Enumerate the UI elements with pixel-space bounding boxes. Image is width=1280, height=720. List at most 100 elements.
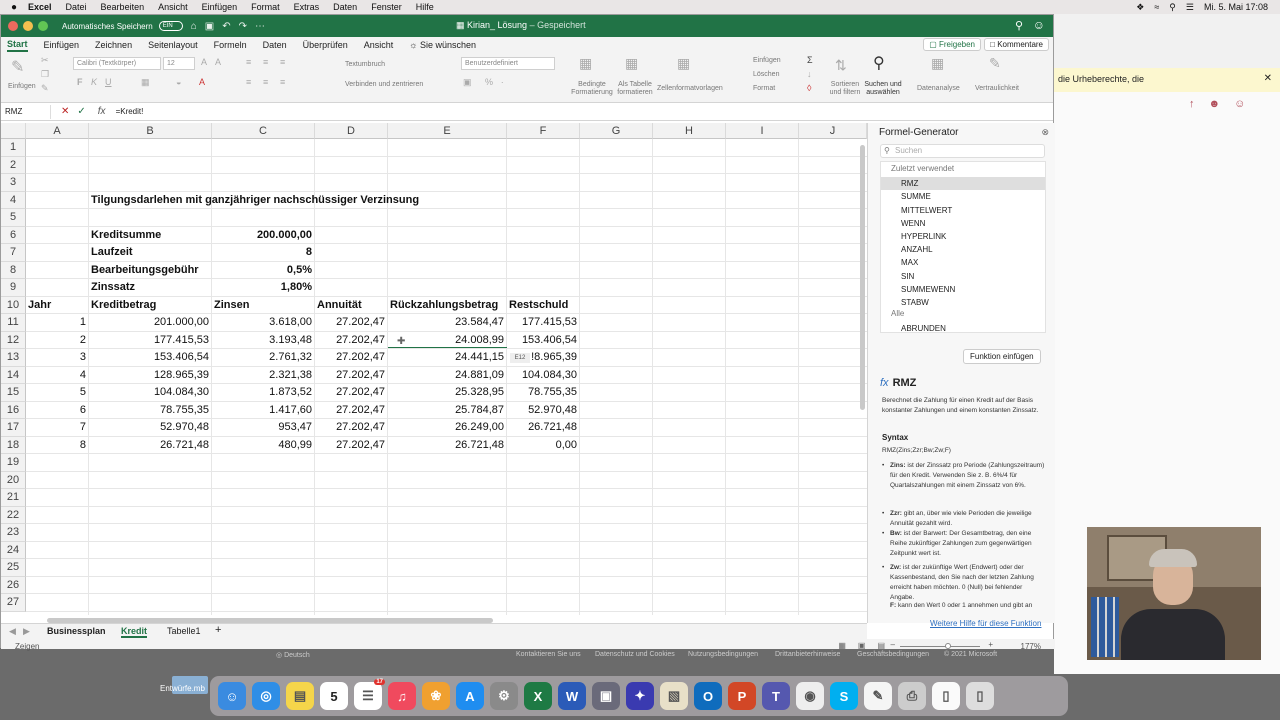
row-header-10[interactable]: 10: [1, 296, 26, 314]
table-cell[interactable]: 24.881,09: [388, 369, 504, 381]
table-header[interactable]: Kreditbetrag: [91, 299, 156, 311]
table-cell[interactable]: 8: [26, 439, 86, 451]
insert-function-icon[interactable]: fx: [98, 106, 106, 117]
conditional-format-icon[interactable]: ▦: [579, 55, 592, 72]
footer-link[interactable]: Geschäftsbedingungen: [857, 651, 929, 658]
comments-button[interactable]: □ Kommentare: [984, 38, 1049, 51]
table-cell[interactable]: 27.202,47: [315, 334, 385, 346]
footer-link[interactable]: Drittanbieterhinweise: [775, 651, 840, 658]
delete-cells-button[interactable]: Löschen: [753, 71, 779, 78]
dock-app-teams[interactable]: T: [762, 682, 790, 710]
conditional-format-button[interactable]: Bedingte Formatierung: [569, 81, 615, 97]
smiley-icon[interactable]: ☺: [1234, 98, 1245, 118]
dock-app-drucker[interactable]: ⎙: [898, 682, 926, 710]
dock-app-finder[interactable]: ☺: [218, 682, 246, 710]
dock-app-remote[interactable]: ▣: [592, 682, 620, 710]
table-header[interactable]: Annuität: [317, 299, 362, 311]
formula-input[interactable]: =Kredit!: [116, 107, 144, 116]
column-header-e[interactable]: E: [388, 123, 507, 139]
tab-zeichnen[interactable]: Zeichnen: [95, 40, 132, 50]
dock-app-chrome[interactable]: ◉: [796, 682, 824, 710]
dock-app-fotos[interactable]: ❀: [422, 682, 450, 710]
cut-icon[interactable]: ✂: [41, 55, 49, 66]
home-icon[interactable]: ⌂: [191, 21, 197, 32]
name-box[interactable]: RMZ: [1, 104, 51, 119]
row-header-19[interactable]: 19: [1, 454, 26, 472]
param-value[interactable]: 8: [212, 246, 312, 258]
table-header[interactable]: Zinsen: [214, 299, 249, 311]
fill-icon[interactable]: ↓: [807, 69, 812, 79]
control-center-icon[interactable]: ☰: [1186, 2, 1194, 13]
tab-einfuegen[interactable]: Einfügen: [44, 40, 80, 50]
table-cell[interactable]: 2.761,32: [212, 351, 312, 363]
dock-app-vorschau[interactable]: ▧: [660, 682, 688, 710]
table-cell[interactable]: 23.584,47: [388, 316, 504, 328]
table-cell[interactable]: 78.755,35: [507, 386, 577, 398]
table-header[interactable]: Restschuld: [509, 299, 568, 311]
sheet-tab-businessplan[interactable]: Businessplan: [47, 626, 106, 636]
row-header-22[interactable]: 22: [1, 506, 26, 524]
dock-app-excel[interactable]: X: [524, 682, 552, 710]
row-header-18[interactable]: 18: [1, 436, 26, 454]
copy-icon[interactable]: ❐: [41, 69, 49, 80]
row-header-13[interactable]: 13: [1, 349, 26, 367]
table-cell[interactable]: 3.618,00: [212, 316, 312, 328]
row-header-17[interactable]: 17: [1, 419, 26, 437]
row-header-25[interactable]: 25: [1, 559, 26, 577]
close-panel-icon[interactable]: ⊗: [1041, 127, 1049, 138]
borders-icon[interactable]: ▦: [141, 77, 150, 88]
param-label[interactable]: Kreditsumme: [91, 229, 161, 241]
tab-daten[interactable]: Daten: [263, 40, 287, 50]
decrease-font-icon[interactable]: A: [215, 57, 221, 67]
redo-icon[interactable]: ↷: [239, 21, 247, 32]
row-header-7[interactable]: 7: [1, 244, 26, 262]
row-header-12[interactable]: 12: [1, 331, 26, 349]
zoom-window-button[interactable]: [38, 21, 48, 31]
menu-einfuegen[interactable]: Einfügen: [202, 2, 238, 12]
undo-icon[interactable]: ↶: [222, 21, 230, 32]
menu-bearbeiten[interactable]: Bearbeiten: [101, 2, 145, 12]
find-select-button[interactable]: Suchen und auswählen: [863, 81, 903, 97]
add-sheet-button[interactable]: +: [215, 624, 221, 636]
vertical-scrollbar[interactable]: [860, 145, 865, 410]
sheet-title[interactable]: Tilgungsdarlehen mit ganzjähriger nachsc…: [91, 194, 419, 206]
row-header-8[interactable]: 8: [1, 261, 26, 279]
row-header-1[interactable]: 1: [1, 139, 26, 157]
footer-link[interactable]: Kontaktieren Sie uns: [516, 651, 581, 658]
function-list[interactable]: Zuletzt verwendet RMZ SUMME MITTELWERT WENN H…: [880, 161, 1046, 333]
function-item[interactable]: RMZ: [881, 177, 1045, 191]
footer-link[interactable]: Nutzungsbedingungen: [688, 651, 758, 658]
autosave-toggle[interactable]: EIN: [158, 21, 183, 31]
cell-styles-icon[interactable]: ▦: [677, 55, 690, 72]
wifi-icon[interactable]: ≈: [1154, 2, 1159, 12]
table-cell[interactable]: 27.202,47: [315, 351, 385, 363]
tab-start[interactable]: Start: [7, 39, 28, 52]
font-name-select[interactable]: Calibri (Textkörper): [73, 57, 161, 70]
apple-icon[interactable]: ●: [0, 2, 28, 13]
number-format-select[interactable]: Benutzerdefiniert: [461, 57, 555, 70]
table-cell[interactable]: 0,00: [507, 439, 577, 451]
table-cell[interactable]: 6: [26, 404, 86, 416]
param-value[interactable]: 1,80%: [212, 281, 312, 293]
dock-app-kalender[interactable]: 5: [320, 682, 348, 710]
menu-fenster[interactable]: Fenster: [371, 2, 402, 12]
table-cell[interactable]: 153.406,54: [507, 334, 577, 346]
paste-icon[interactable]: ✎: [11, 57, 24, 77]
prev-sheet-icon[interactable]: ◀: [9, 626, 16, 637]
footer-language[interactable]: ◎ Deutsch: [276, 651, 310, 659]
select-all-corner[interactable]: [1, 123, 26, 139]
table-header[interactable]: Rückzahlungsbetrag: [390, 299, 498, 311]
menu-excel[interactable]: Excel: [28, 2, 52, 12]
sheet-tab-tabelle1[interactable]: Tabelle1: [167, 626, 201, 636]
param-label[interactable]: Zinssatz: [91, 281, 135, 293]
more-help-link[interactable]: Weitere Hilfe für diese Funktion: [930, 619, 1041, 628]
spreadsheet-grid[interactable]: A B C D E F G H I J 1 2 3 4 5 6 7 8 9 10 11 12 13 14 15 16 17 18 19 2…: [1, 123, 867, 615]
person-icon[interactable]: ☻: [1209, 98, 1221, 118]
insert-function-button[interactable]: Funktion einfügen: [963, 349, 1041, 364]
align-center-icon[interactable]: ≡: [263, 77, 268, 87]
share-button[interactable]: ▢ Freigeben: [923, 38, 981, 51]
table-cell[interactable]: 128.965,39: [89, 369, 209, 381]
table-cell[interactable]: 27.202,47: [315, 316, 385, 328]
autosum-icon[interactable]: Σ: [807, 55, 813, 65]
table-cell[interactable]: 201.000,00: [89, 316, 209, 328]
